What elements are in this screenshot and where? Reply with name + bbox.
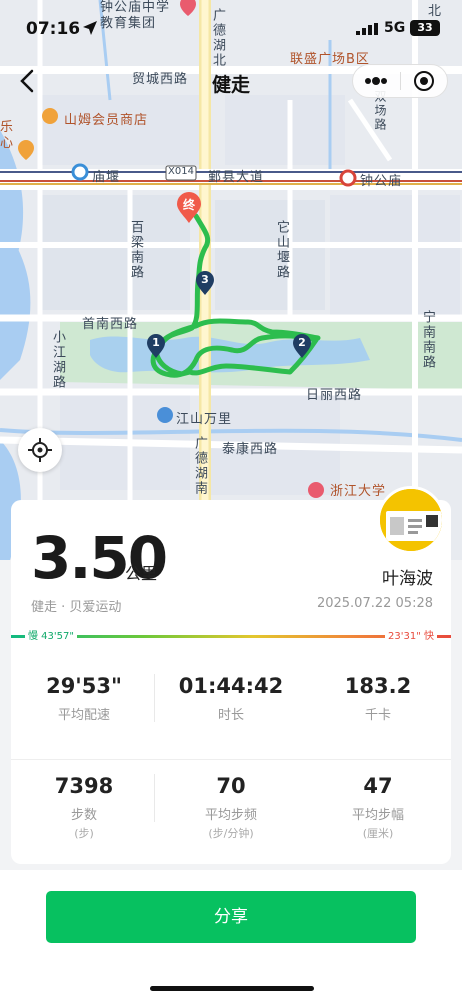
map-label-left-edge: 乐 心 xyxy=(0,120,15,151)
signal-icon xyxy=(356,23,378,35)
home-indicator[interactable] xyxy=(150,986,314,991)
pace-slow-label: 慢 43'57" xyxy=(25,627,77,642)
avatar[interactable] xyxy=(377,486,445,554)
avatar-image xyxy=(380,489,442,551)
stat-label: 千卡 xyxy=(364,708,391,723)
stats-grid: 29'53" 平均配速 01:44:42 时长 183.2 千卡 7398 步数… xyxy=(11,660,451,860)
stat-divider xyxy=(154,774,155,822)
stats-row: 7398 步数 (步) 70 平均步频 (步/分钟) 47 平均步幅 (厘米) xyxy=(11,760,451,860)
stat-label: 平均配速 xyxy=(57,708,110,723)
locate-button[interactable] xyxy=(18,428,62,472)
map-label-zhonggongmiao: 钟公庙 xyxy=(360,174,403,189)
summary-card: 3.50 公里 健走 · 贝爱运动 叶海波 2025.07.22 05:28 慢… xyxy=(11,486,451,864)
close-icon xyxy=(413,71,434,91)
stat-divider xyxy=(154,674,155,722)
status-time: 07:16 xyxy=(26,19,81,39)
status-bar: 07:16 5G 33 xyxy=(0,0,462,54)
stat-steps: 7398 步数 (步) xyxy=(11,760,157,860)
end-marker[interactable]: 终 xyxy=(176,192,202,224)
stat-value: 47 xyxy=(363,774,393,798)
map-label-rili: 日丽西路 xyxy=(306,388,363,403)
map-label-tashan: 它山堰路 xyxy=(274,220,289,280)
stat-value: 01:44:42 xyxy=(178,674,284,698)
km-marker-1[interactable]: 1 xyxy=(146,333,166,359)
stat-label: 平均步幅 xyxy=(351,808,404,823)
map-label-sam: 山姆会员商店 xyxy=(64,113,149,128)
km-marker-label: 1 xyxy=(152,336,160,349)
map-label-yinxian: 鄞县大道 xyxy=(208,170,265,185)
map-label-taikang: 泰康西路 xyxy=(222,442,279,457)
map-label-miaoyan: 庙堰 xyxy=(92,170,121,185)
location-arrow-icon xyxy=(83,21,97,35)
end-marker-label: 终 xyxy=(182,198,195,212)
share-button[interactable]: 分享 xyxy=(46,891,416,943)
pace-fast-label: 23'31" 快 xyxy=(385,627,437,642)
stat-stride: 47 平均步幅 (厘米) xyxy=(305,760,451,860)
user-name: 叶海波 xyxy=(382,569,433,589)
km-marker-label: 2 xyxy=(298,336,306,349)
more-button[interactable] xyxy=(353,65,400,97)
stat-duration: 01:44:42 时长 xyxy=(154,660,304,760)
map-label-ningnan: 宁南南路 xyxy=(420,310,435,370)
stat-unit: (步) xyxy=(74,827,94,840)
km-marker-2[interactable]: 2 xyxy=(292,333,312,359)
stat-value: 70 xyxy=(216,774,246,798)
stat-value: 29'53" xyxy=(46,674,122,698)
activity-subtitle: 健走 · 贝爱运动 xyxy=(31,600,122,615)
map-label-bailiang: 百梁南路 xyxy=(128,220,143,280)
close-button[interactable] xyxy=(400,65,447,97)
stat-cadence: 70 平均步频 (步/分钟) xyxy=(154,760,304,860)
bottom-bar: 分享 xyxy=(0,870,462,1000)
stat-value: 7398 xyxy=(54,774,114,798)
map-label-shounan: 首南西路 xyxy=(82,317,139,332)
stat-value: 183.2 xyxy=(344,674,412,698)
distance-unit: 公里 xyxy=(125,564,158,583)
stat-label: 时长 xyxy=(217,708,244,723)
stat-label: 步数 xyxy=(70,808,97,823)
locate-icon xyxy=(28,438,52,462)
map-label-zju: 浙江大学 xyxy=(330,484,387,499)
map-label-xiaojiang: 小江湖路 xyxy=(50,330,65,390)
network-type: 5G xyxy=(384,20,406,36)
stat-unit: (步/分钟) xyxy=(208,827,254,840)
stats-row: 29'53" 平均配速 01:44:42 时长 183.2 千卡 xyxy=(11,660,451,760)
pace-gradient-bar: 慢 43'57" 23'31" 快 xyxy=(11,627,451,647)
stat-label: 平均步频 xyxy=(204,808,257,823)
stat-avg-pace: 29'53" 平均配速 xyxy=(11,660,157,760)
km-marker-3[interactable]: 3 xyxy=(195,270,215,296)
stat-calories: 183.2 千卡 xyxy=(305,660,451,760)
map-label-guangde-south: 广德湖南 xyxy=(192,436,207,496)
km-marker-label: 3 xyxy=(201,273,209,286)
stat-unit: (厘米) xyxy=(362,827,394,840)
more-icon xyxy=(365,77,388,85)
battery-icon: 33 xyxy=(410,20,440,36)
mini-program-capsule xyxy=(352,64,448,98)
map-label-jiangshan: 江山万里 xyxy=(176,412,233,427)
activity-datetime: 2025.07.22 05:28 xyxy=(316,596,433,611)
map-label-x014: X014 xyxy=(168,166,194,177)
